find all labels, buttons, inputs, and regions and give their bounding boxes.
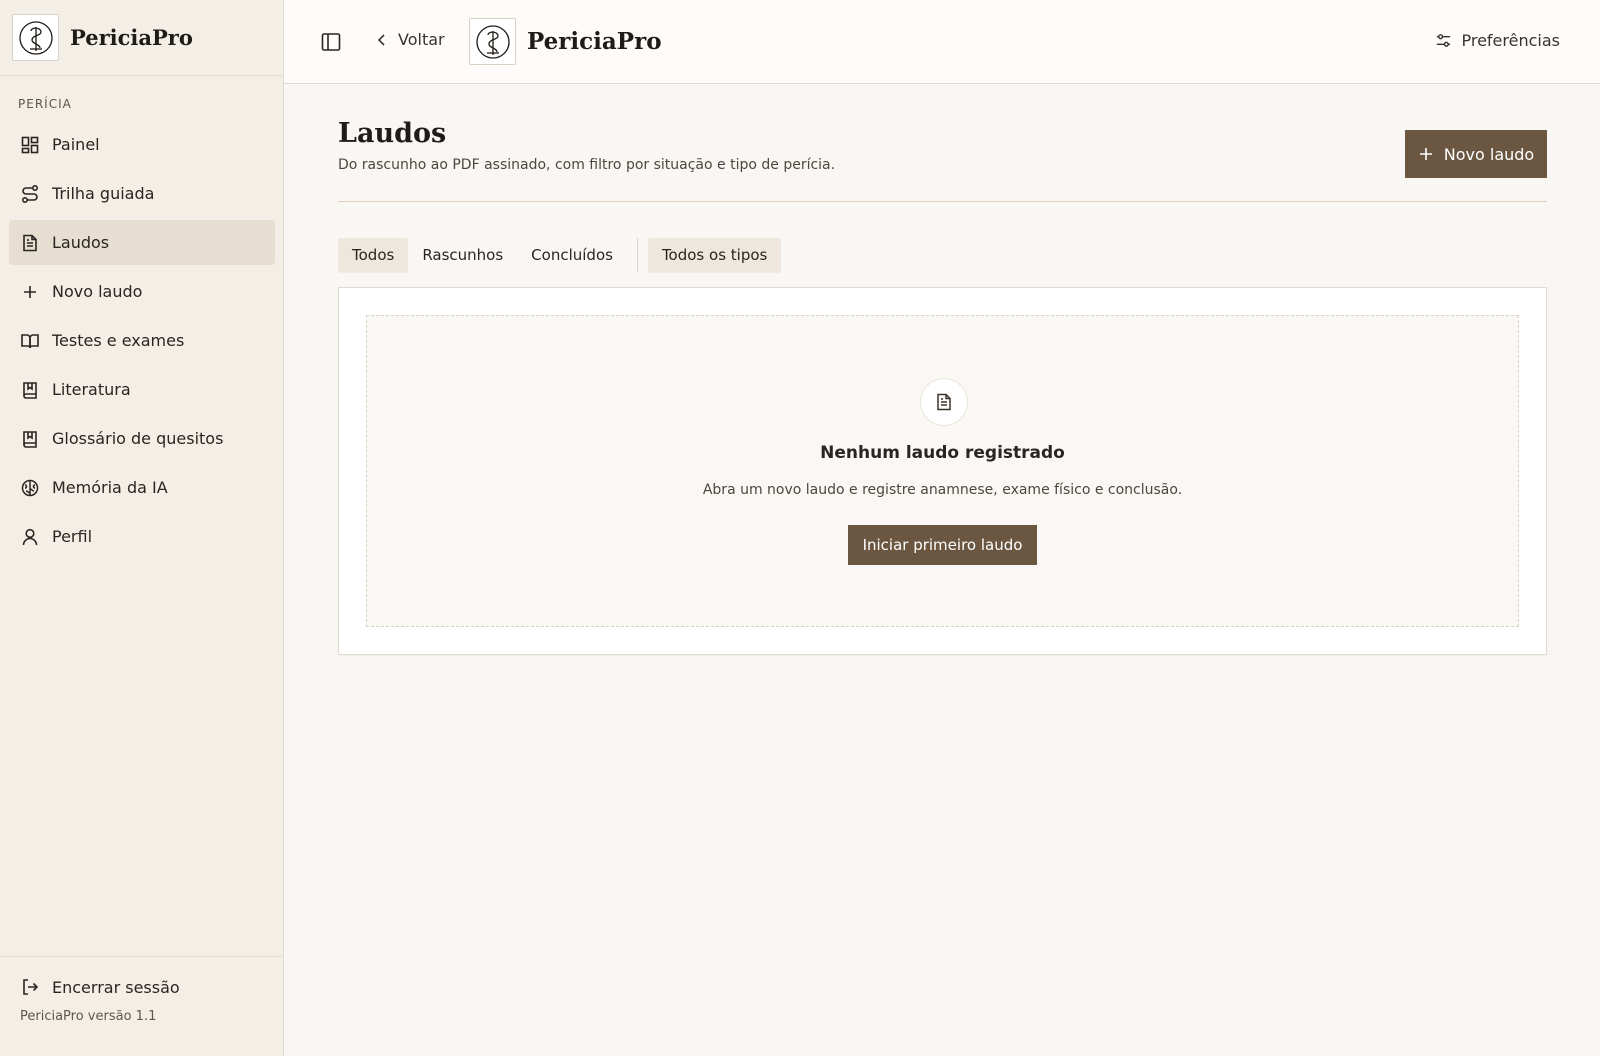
app-logo <box>12 14 59 61</box>
sidebar-toggle-icon <box>321 33 341 51</box>
sidebar-brand-name: PericiaPro <box>70 25 193 50</box>
filter-bar: Todos Rascunhos Concluídos Todos os tipo… <box>338 238 782 272</box>
sidebar-item-painel[interactable]: Painel <box>9 122 275 167</box>
sidebar-item-novo-laudo[interactable]: Novo laudo <box>9 269 275 314</box>
topbar-brand[interactable]: PericiaPro <box>469 18 662 65</box>
sidebar-item-laudos[interactable]: Laudos <box>9 220 275 265</box>
back-button[interactable]: Voltar <box>374 30 445 49</box>
sidebar-item-perfil[interactable]: Perfil <box>9 514 275 559</box>
start-first-report-button[interactable]: Iniciar primeiro laudo <box>848 525 1037 565</box>
filter-separator <box>636 238 638 272</box>
document-icon <box>920 378 968 426</box>
sidebar-section-label: PERÍCIA <box>18 97 72 111</box>
empty-state-title: Nenhum laudo registrado <box>820 443 1065 463</box>
new-report-button[interactable]: Novo laudo <box>1405 130 1547 178</box>
chevron-left-icon <box>377 33 385 46</box>
back-label: Voltar <box>398 30 445 49</box>
page-subtitle: Do rascunho ao PDF assinado, com filtro … <box>338 157 836 173</box>
new-report-label: Novo laudo <box>1443 144 1535 164</box>
user-icon <box>22 528 38 545</box>
sidebar-item-literatura[interactable]: Literatura <box>9 367 275 412</box>
logout-label: Encerrar sessão <box>52 977 180 997</box>
sidebar-item-label: Literatura <box>52 380 131 399</box>
book-open-icon <box>21 333 39 348</box>
dashboard-icon <box>21 136 39 153</box>
sidebar-brand[interactable]: PericiaPro <box>0 0 283 76</box>
sidebar-item-label: Painel <box>52 135 100 154</box>
document-icon <box>23 234 37 251</box>
sidebar-item-label: Perfil <box>52 527 93 546</box>
bookmark-book-icon <box>23 430 37 448</box>
sidebar-item-label: Novo laudo <box>52 282 143 301</box>
empty-state: Nenhum laudo registrado Abra um novo lau… <box>366 315 1519 627</box>
empty-state-description: Abra um novo laudo e registre anamnese, … <box>702 482 1183 498</box>
sidebar-item-memoria[interactable]: Memória da IA <box>9 465 275 510</box>
bookmark-book-icon <box>23 381 37 399</box>
sidebar-item-label: Testes e exames <box>52 331 185 350</box>
app-version: PericiaPro versão 1.1 <box>20 1009 157 1024</box>
sidebar-item-label: Glossário de quesitos <box>52 429 224 448</box>
filter-todos[interactable]: Todos <box>338 238 409 272</box>
sidebar-item-label: Trilha guiada <box>52 184 155 203</box>
reports-card: Nenhum laudo registrado Abra um novo lau… <box>338 287 1547 655</box>
brain-icon <box>21 479 39 496</box>
preferences-button[interactable]: Preferências <box>1435 31 1560 50</box>
page-title: Laudos <box>338 118 447 149</box>
sidebar-nav: Painel Trilha guiada Laudos Novo laudo T… <box>9 122 275 563</box>
sliders-icon <box>1437 34 1451 47</box>
app-logo <box>469 18 516 65</box>
topbar: Voltar PericiaPro Preferências <box>284 0 1600 84</box>
filter-type[interactable]: Todos os tipos <box>647 238 782 272</box>
header-divider <box>338 201 1547 202</box>
sidebar-item-glossario[interactable]: Glossário de quesitos <box>9 416 275 461</box>
sidebar-item-label: Laudos <box>52 233 110 252</box>
logout-icon <box>23 979 39 995</box>
route-icon <box>21 184 39 203</box>
topbar-brand-name: PericiaPro <box>527 28 662 55</box>
filter-rascunhos[interactable]: Rascunhos <box>408 238 517 272</box>
sidebar-footer: Encerrar sessão PericiaPro versão 1.1 <box>0 956 283 1056</box>
sidebar-item-label: Memória da IA <box>52 478 168 497</box>
sidebar-item-trilha[interactable]: Trilha guiada <box>9 171 275 216</box>
sidebar-toggle-button[interactable] <box>320 31 342 53</box>
sidebar: PericiaPro PERÍCIA Painel Trilha guiada … <box>0 0 284 1056</box>
sidebar-item-testes[interactable]: Testes e exames <box>9 318 275 363</box>
preferences-label: Preferências <box>1461 31 1560 50</box>
plus-icon <box>24 285 36 298</box>
logout-button[interactable]: Encerrar sessão <box>20 977 180 997</box>
plus-icon <box>1419 148 1432 160</box>
filter-concluidos[interactable]: Concluídos <box>517 238 627 272</box>
